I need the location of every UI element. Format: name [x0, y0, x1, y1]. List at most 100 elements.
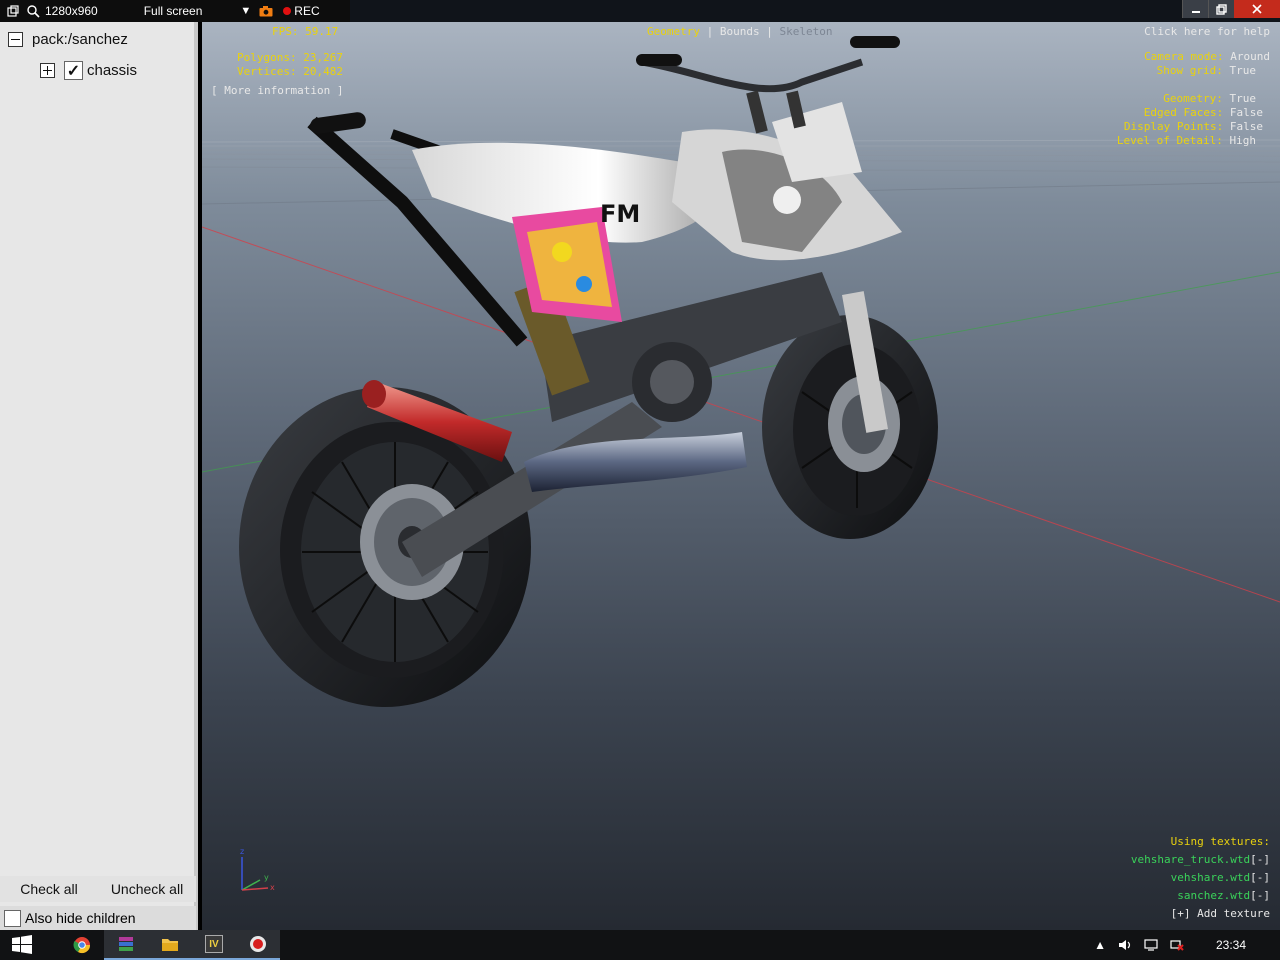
close-icon [1252, 4, 1262, 14]
setting-label: Edged Faces: [1143, 106, 1224, 119]
setting-value: False [1229, 106, 1263, 119]
model-tree-panel: pack:/sanchez ✓ chassis Check all Unchec… [0, 22, 198, 930]
record-button[interactable]: REC [294, 4, 319, 18]
fps-label: FPS: [272, 25, 299, 38]
texture-remove-button[interactable]: [-] [1250, 889, 1270, 902]
taskbar-chrome[interactable] [60, 930, 104, 960]
add-texture-label: [+] Add texture [1170, 907, 1270, 920]
tree-root-row[interactable]: pack:/sanchez [8, 31, 128, 48]
setting-edged-faces[interactable]: Edged Faces: False [1144, 106, 1263, 119]
fullscreen-mode-label[interactable]: Full screen [144, 4, 203, 18]
restore-icon [1216, 3, 1227, 15]
taskbar-openiv[interactable]: IV [192, 930, 236, 960]
more-information-link[interactable]: [ More information ] [211, 84, 343, 97]
tree-item-chassis[interactable]: ✓ chassis [40, 61, 137, 80]
checkmark-icon: ✓ [66, 62, 81, 80]
chassis-checkbox[interactable]: ✓ [64, 61, 83, 80]
record-dot-icon[interactable] [283, 7, 292, 15]
texture-remove-button[interactable]: [-] [1250, 871, 1270, 884]
chevron-down-icon[interactable]: ▼ [240, 5, 251, 17]
setting-label: Camera mode: [1144, 50, 1224, 63]
texture-remove-button[interactable]: [-] [1250, 853, 1270, 866]
tab-geometry[interactable]: Geometry [647, 25, 700, 38]
vertices-label: Vertices: [237, 65, 297, 78]
maximize-button[interactable] [1208, 0, 1234, 18]
speaker-icon[interactable] [1118, 939, 1132, 951]
window-resize-icon[interactable] [6, 4, 20, 18]
fps-readout: FPS: 59.17 [272, 25, 338, 38]
recorder-resolution: 1280x960 [45, 4, 98, 18]
openiv-icon: IV [205, 935, 223, 953]
taskbar-archive-app[interactable] [104, 930, 148, 960]
close-button[interactable] [1234, 0, 1280, 18]
axis-z-label: z [240, 847, 244, 856]
setting-level-of-detail[interactable]: Level of Detail: High [1117, 134, 1256, 147]
texture-name-link[interactable]: vehshare.wtd [1171, 871, 1250, 884]
textures-header-label: Using textures: [1170, 835, 1270, 848]
add-texture-button[interactable]: [+] Add texture [1171, 907, 1270, 920]
display-icon[interactable] [1144, 939, 1158, 951]
setting-label: Level of Detail: [1116, 134, 1223, 147]
recorder-toolbar: 1280x960 Full screen ▼ REC [0, 0, 350, 22]
polygons-label: Polygons: [237, 51, 297, 64]
help-link-label: Click here for help [1144, 25, 1270, 38]
clock[interactable]: 23:34 [1216, 938, 1246, 952]
texture-item: sanchez.wtd[-] [1177, 889, 1270, 902]
help-link[interactable]: Click here for help [1144, 25, 1270, 38]
view-mode-tabs: Geometry | Bounds | Skeleton [647, 25, 832, 38]
minimize-icon [1191, 11, 1200, 13]
model-scene[interactable]: FM z y x [202, 22, 1280, 930]
record-app-icon [250, 936, 266, 952]
expand-icon[interactable] [40, 63, 55, 78]
tab-skeleton[interactable]: Skeleton [779, 25, 832, 38]
setting-label: Geometry: [1163, 92, 1223, 105]
uncheck-all-button[interactable]: Uncheck all [98, 876, 196, 902]
setting-label: Show grid: [1156, 64, 1223, 77]
also-hide-children-label: Also hide children [25, 910, 136, 926]
collapse-icon[interactable] [8, 32, 23, 47]
archive-icon [119, 937, 133, 951]
taskbar-recorder[interactable] [236, 930, 280, 960]
polygons-readout: Polygons: 23,267 [237, 51, 343, 64]
tree-root-label: pack:/sanchez [32, 31, 128, 48]
setting-geometry[interactable]: Geometry: True [1163, 92, 1256, 105]
setting-label: Display Points: [1123, 120, 1224, 133]
more-information-label: [ More information ] [211, 84, 344, 97]
taskbar: IV ▲ 23:34 [0, 930, 1280, 960]
handlebar [636, 36, 900, 134]
setting-value: High [1229, 134, 1257, 147]
tab-bounds[interactable]: Bounds [720, 25, 760, 38]
axis-x-label: x [270, 883, 275, 892]
setting-value: True [1229, 64, 1257, 77]
window-controls [1182, 0, 1280, 18]
tab-separator: | [766, 25, 773, 38]
also-hide-children-checkbox[interactable] [4, 909, 21, 927]
3d-viewport[interactable]: FM z y x FPS: 59.17 Polygons: 23,267 Ver… [202, 22, 1280, 930]
panel-button-row: Check all Uncheck all [0, 876, 196, 902]
setting-camera-mode[interactable]: Camera mode: Around [1144, 50, 1270, 63]
setting-show-grid[interactable]: Show grid: True [1157, 64, 1256, 77]
chrome-icon [73, 937, 91, 954]
axis-y-label: y [264, 873, 269, 882]
texture-name-link[interactable]: vehshare_truck.wtd [1131, 853, 1250, 866]
texture-name-link[interactable]: sanchez.wtd [1177, 889, 1250, 902]
start-button[interactable] [0, 930, 44, 960]
also-hide-children-row[interactable]: Also hide children [0, 906, 196, 930]
setting-display-points[interactable]: Display Points: False [1124, 120, 1263, 133]
taskbar-file-explorer[interactable] [148, 930, 192, 960]
zoom-icon[interactable] [26, 4, 40, 18]
vertices-value: 20,482 [303, 65, 343, 78]
check-all-button[interactable]: Check all [0, 876, 98, 902]
textures-header: Using textures: [1171, 835, 1270, 848]
system-tray: ▲ 23:34 [1094, 930, 1280, 960]
minimize-button[interactable] [1182, 0, 1208, 18]
network-disconnected-icon[interactable] [1170, 939, 1184, 951]
tab-separator: | [706, 25, 714, 38]
setting-value: Around [1230, 50, 1270, 63]
camera-icon[interactable] [259, 4, 273, 18]
fps-value: 59.17 [305, 25, 339, 38]
texture-item: vehshare.wtd[-] [1171, 871, 1270, 884]
setting-value: True [1229, 92, 1257, 105]
tray-expand-icon[interactable]: ▲ [1094, 938, 1106, 952]
decal-text: FM [600, 200, 640, 228]
